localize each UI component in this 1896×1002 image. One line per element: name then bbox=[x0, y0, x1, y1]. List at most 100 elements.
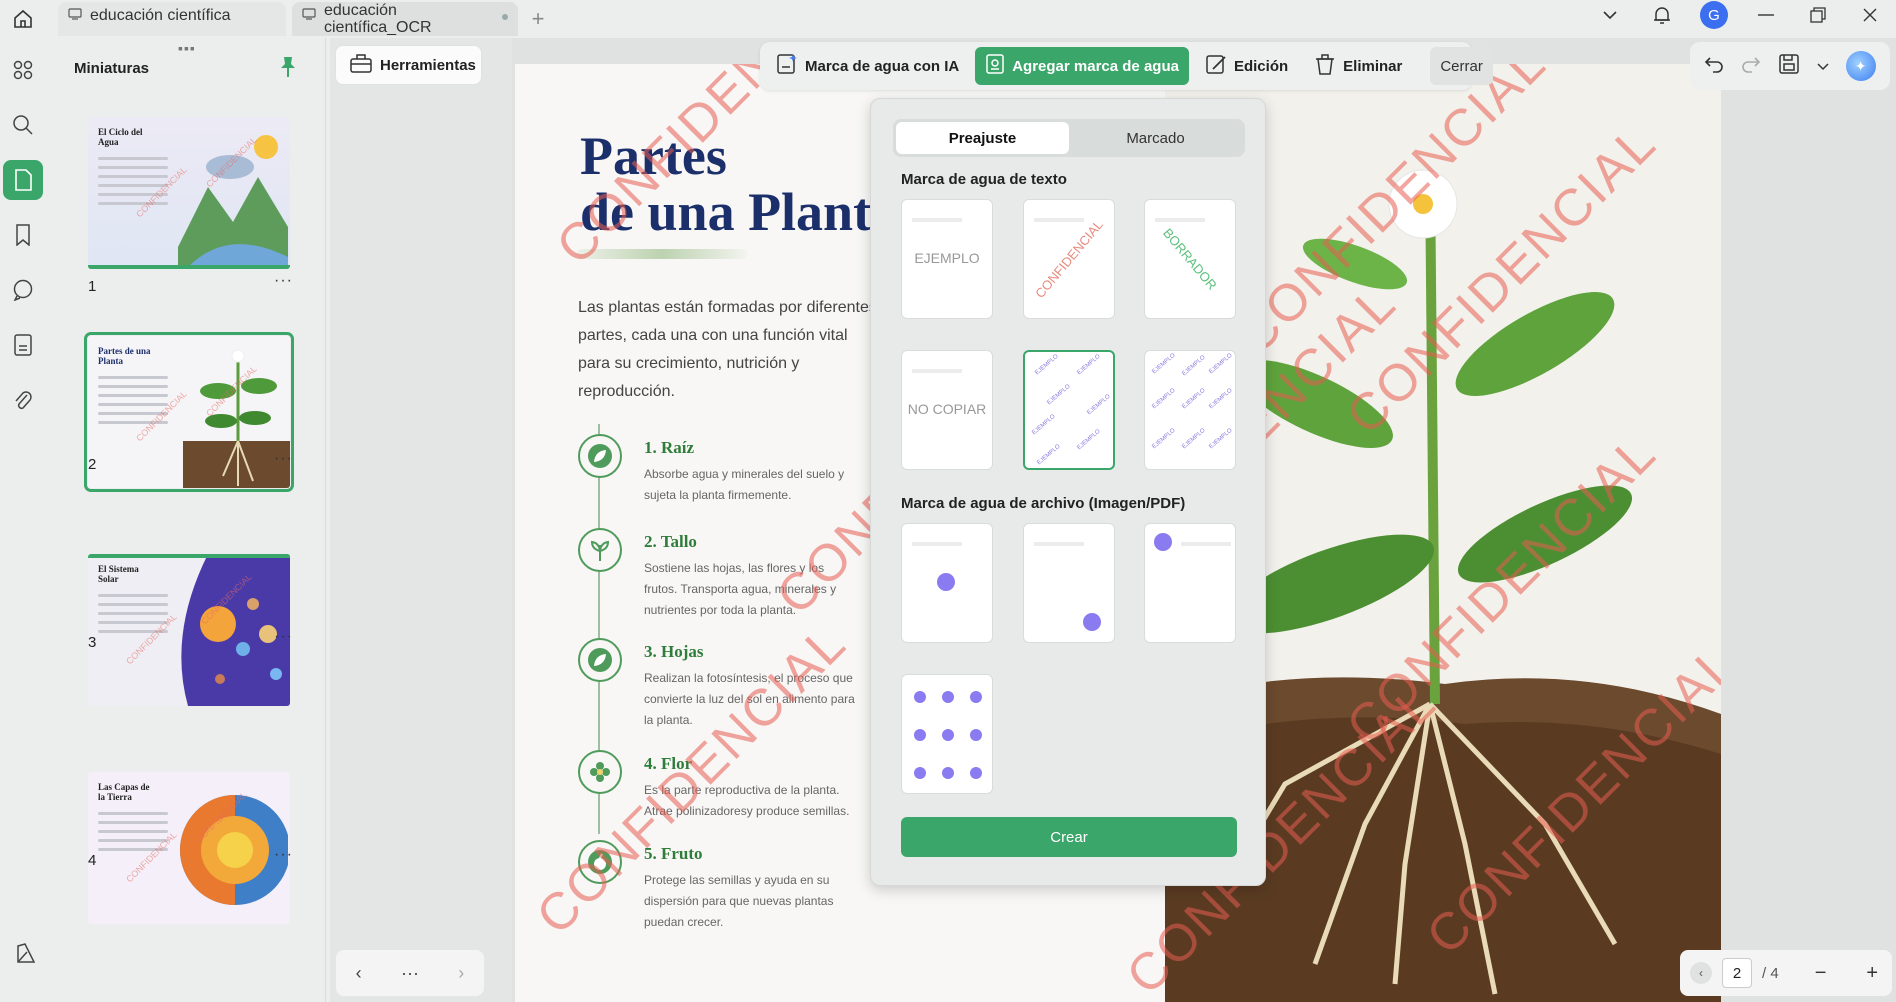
thumbnail-more-button[interactable]: ··· bbox=[274, 272, 293, 290]
restore-icon[interactable] bbox=[1792, 0, 1844, 30]
title-bar: educación científica educación científic… bbox=[0, 0, 1896, 38]
redo-icon[interactable] bbox=[1741, 55, 1761, 77]
watermark-toolbar: Marca de agua con IA Agregar marca de ag… bbox=[760, 42, 1493, 90]
theme-icon[interactable] bbox=[6, 933, 46, 973]
text-watermark-heading: Marca de agua de texto bbox=[901, 171, 1067, 188]
drag-handle[interactable]: ▪▪▪ bbox=[178, 40, 196, 56]
thumbnail-more-button[interactable]: ··· bbox=[274, 846, 293, 864]
leaf-icon bbox=[578, 434, 622, 478]
ai-assistant-icon[interactable]: ✦ bbox=[1845, 51, 1876, 81]
preset-card-ejemplo-tiled[interactable]: EJEMPLO EJEMPLO EJEMPLO EJEMPLO EJEMPLO … bbox=[1023, 350, 1115, 470]
page-control: ‹ 2 / 4 − + bbox=[1680, 950, 1892, 996]
preset-card-confidencial[interactable]: CONFIDENCIAL bbox=[1023, 199, 1115, 319]
add-watermark-icon bbox=[985, 53, 1005, 79]
thumbnails-icon[interactable] bbox=[3, 160, 43, 200]
page-total: / 4 bbox=[1762, 964, 1779, 982]
tab-document-ocr[interactable]: educación científica_OCR bbox=[292, 2, 518, 36]
thumbnail-number: 4 bbox=[88, 852, 97, 869]
user-avatar[interactable]: G bbox=[1688, 0, 1740, 30]
chevron-right-icon[interactable]: › bbox=[458, 963, 464, 984]
image-watermark-icon bbox=[1154, 533, 1172, 551]
delete-watermark-button[interactable]: Eliminar bbox=[1304, 47, 1412, 85]
right-toolbar: ✦ bbox=[1690, 42, 1890, 90]
left-rail bbox=[0, 38, 46, 1002]
new-tab-button[interactable]: + bbox=[518, 6, 558, 32]
page-nav: ‹ ··· › bbox=[336, 950, 484, 996]
thumbnail-number: 1 bbox=[88, 278, 97, 295]
chevron-down-icon[interactable] bbox=[1817, 58, 1829, 75]
grid-icon[interactable] bbox=[3, 50, 43, 90]
leaf-icon bbox=[578, 638, 622, 682]
document-icon bbox=[68, 7, 82, 26]
thumbnail-number: 2 bbox=[88, 456, 97, 473]
comment-icon[interactable] bbox=[3, 270, 43, 310]
watermark-panel: Preajuste Marcado Marca de agua de texto… bbox=[870, 98, 1266, 886]
thumbnail-page-4[interactable]: Las Capas de la Tierra CONFIDENCIAL CONF… bbox=[88, 772, 290, 924]
close-watermark-button[interactable]: Cerrar bbox=[1430, 47, 1493, 85]
tools-button[interactable]: Herramientas bbox=[335, 45, 482, 85]
minimize-icon[interactable] bbox=[1740, 0, 1792, 30]
attachment-icon[interactable] bbox=[3, 380, 43, 420]
preset-card-borrador[interactable]: BORRADOR bbox=[1144, 199, 1236, 319]
thumbnail-title: El Ciclo del Agua bbox=[98, 127, 143, 147]
solar-system-illustration bbox=[181, 554, 290, 706]
edit-icon bbox=[1205, 53, 1227, 79]
chevron-left-icon[interactable]: ‹ bbox=[1690, 962, 1712, 984]
thumbnail-page-2[interactable]: Partes de una Planta CONFIDENCIAL CONFID… bbox=[84, 332, 294, 492]
edit-watermark-button[interactable]: Edición bbox=[1195, 47, 1298, 85]
tab-document[interactable]: educación científica bbox=[58, 2, 286, 36]
pin-icon[interactable] bbox=[278, 56, 298, 82]
save-icon[interactable] bbox=[1778, 53, 1800, 79]
file-preset-bottom-right[interactable] bbox=[1023, 523, 1115, 643]
close-window-icon[interactable] bbox=[1844, 0, 1896, 30]
thumbnail-more-button[interactable]: ··· bbox=[274, 628, 293, 646]
preset-card-ejemplo[interactable]: EJEMPLO bbox=[901, 199, 993, 319]
zoom-out-icon[interactable]: − bbox=[1815, 962, 1827, 985]
bell-icon[interactable] bbox=[1636, 0, 1688, 30]
zoom-in-icon[interactable]: + bbox=[1866, 962, 1878, 985]
thumbnail-page-3[interactable]: El Sistema Solar CONFIDENCIAL CONFIDENCI… bbox=[88, 554, 290, 706]
undo-icon[interactable] bbox=[1704, 55, 1724, 77]
water-cycle-illustration bbox=[178, 135, 288, 267]
chevron-left-icon[interactable]: ‹ bbox=[356, 963, 362, 984]
tiled-image-watermark-icon bbox=[914, 691, 982, 779]
thumbnail-more-button[interactable]: ··· bbox=[274, 450, 293, 468]
bookmark-icon[interactable] bbox=[3, 215, 43, 255]
search-icon[interactable] bbox=[3, 105, 43, 145]
ai-watermark-button[interactable]: Marca de agua con IA bbox=[766, 47, 969, 85]
unsaved-dot bbox=[502, 14, 508, 20]
tab-label: educación científica bbox=[90, 7, 231, 24]
toolbox-icon bbox=[350, 53, 372, 77]
image-watermark-icon bbox=[937, 573, 955, 591]
apple-icon bbox=[578, 840, 622, 884]
file-preset-top-left[interactable] bbox=[1144, 523, 1236, 643]
preset-card-ejemplo-dense[interactable]: EJEMPLO EJEMPLO EJEMPLO EJEMPLO EJEMPLO … bbox=[1144, 350, 1236, 470]
document-icon bbox=[302, 7, 316, 25]
more-pages-button[interactable]: ··· bbox=[401, 963, 419, 984]
trash-icon bbox=[1314, 53, 1336, 79]
preset-card-no-copiar[interactable]: NO COPIAR bbox=[901, 350, 993, 470]
panel-tabs: Preajuste Marcado bbox=[893, 119, 1245, 157]
page-number-input[interactable]: 2 bbox=[1722, 958, 1752, 988]
intro-text: Las plantas están formadas por diferente… bbox=[578, 299, 877, 400]
file-preset-center[interactable] bbox=[901, 523, 993, 643]
create-button[interactable]: Crear bbox=[901, 817, 1237, 857]
home-icon[interactable] bbox=[0, 0, 46, 38]
chevron-down-icon[interactable] bbox=[1584, 0, 1636, 30]
tab-label: educación científica_OCR bbox=[324, 2, 432, 36]
sprout-icon bbox=[578, 528, 622, 572]
tab-preset[interactable]: Preajuste bbox=[896, 122, 1069, 154]
page-heading: Partes de una Planta bbox=[580, 126, 899, 242]
thumbnail-title: Las Capas de la Tierra bbox=[98, 782, 150, 802]
tab-marked[interactable]: Marcado bbox=[1069, 122, 1242, 154]
thumbnail-number: 3 bbox=[88, 634, 97, 651]
file-preset-tiled[interactable] bbox=[901, 674, 993, 794]
form-icon[interactable] bbox=[3, 325, 43, 365]
thumbnails-panel: ▪▪▪ Miniaturas El Ciclo del Agua CONFIDE… bbox=[56, 38, 326, 1002]
add-watermark-button[interactable]: Agregar marca de agua bbox=[975, 47, 1189, 85]
window-controls: G bbox=[1584, 0, 1896, 30]
thumbnail-page-1[interactable]: El Ciclo del Agua CONFIDENCIAL CONFIDENC… bbox=[88, 117, 290, 269]
thumbnail-title: Partes de una Planta bbox=[98, 346, 151, 366]
panel-title: Miniaturas bbox=[74, 60, 150, 77]
file-watermark-heading: Marca de agua de archivo (Imagen/PDF) bbox=[901, 495, 1186, 512]
